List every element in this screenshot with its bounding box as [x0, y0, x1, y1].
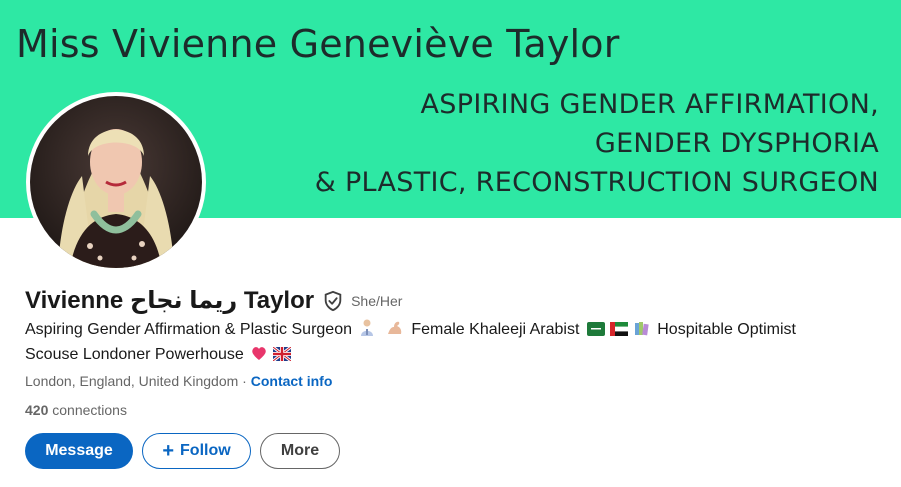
banner-tagline-line: & PLASTIC, RECONSTRUCTION SURGEON — [314, 167, 879, 198]
heart-icon — [251, 345, 267, 368]
location-row: London, England, United Kingdom · Contac… — [25, 373, 332, 389]
connections-row[interactable]: 420 connections — [25, 402, 127, 418]
message-button-label: Message — [45, 442, 113, 459]
pronouns: She/Her — [351, 292, 403, 309]
more-button[interactable]: More — [260, 433, 340, 469]
headline-text: Female Khaleeji Arabist — [411, 321, 580, 338]
profile-avatar[interactable] — [26, 92, 206, 272]
flexed-biceps-icon — [386, 318, 404, 343]
plus-icon: + — [162, 440, 175, 462]
headline-text: Hospitable Optimist — [657, 321, 796, 338]
follow-button[interactable]: + Follow — [142, 433, 251, 469]
profile-name: Vivienne ريما نجاح Taylor — [25, 287, 315, 314]
flag-saudi-arabia-icon — [586, 320, 605, 343]
location-text: London, England, United Kingdom — [25, 373, 239, 389]
doctor-emoji-icon — [359, 318, 375, 343]
flag-uae-icon — [610, 320, 629, 343]
follow-button-label: Follow — [180, 442, 231, 459]
flag-uk-icon — [271, 345, 292, 368]
profile-photo — [30, 96, 202, 268]
contact-info-link[interactable]: Contact info — [251, 373, 333, 389]
headline-text: Aspiring Gender Affirmation & Plastic Su… — [25, 321, 352, 338]
more-button-label: More — [280, 442, 320, 459]
connections-count: 420 — [25, 402, 49, 418]
message-button[interactable]: Message — [25, 433, 133, 469]
banner-name: Miss Vivienne Geneviève Taylor — [16, 22, 620, 66]
profile-card: Miss Vivienne Geneviève Taylor ASPIRING … — [0, 0, 901, 487]
banner-tagline-line: ASPIRING GENDER AFFIRMATION, — [420, 89, 879, 120]
banner-tagline-line: GENDER DYSPHORIA — [594, 128, 879, 159]
books-icon — [634, 320, 650, 343]
banner-tagline: ASPIRING GENDER AFFIRMATION, GENDER DYSP… — [315, 85, 879, 202]
connections-label: connections — [52, 402, 127, 418]
profile-headline: Aspiring Gender Affirmation & Plastic Su… — [25, 318, 885, 368]
name-row: Vivienne ريما نجاح Taylor She/Her — [25, 286, 402, 315]
headline-text: Scouse Londoner Powerhouse — [25, 346, 244, 363]
profile-actions: Message + Follow More — [25, 433, 340, 469]
shield-check-icon[interactable] — [322, 290, 344, 312]
separator: · — [242, 373, 247, 389]
